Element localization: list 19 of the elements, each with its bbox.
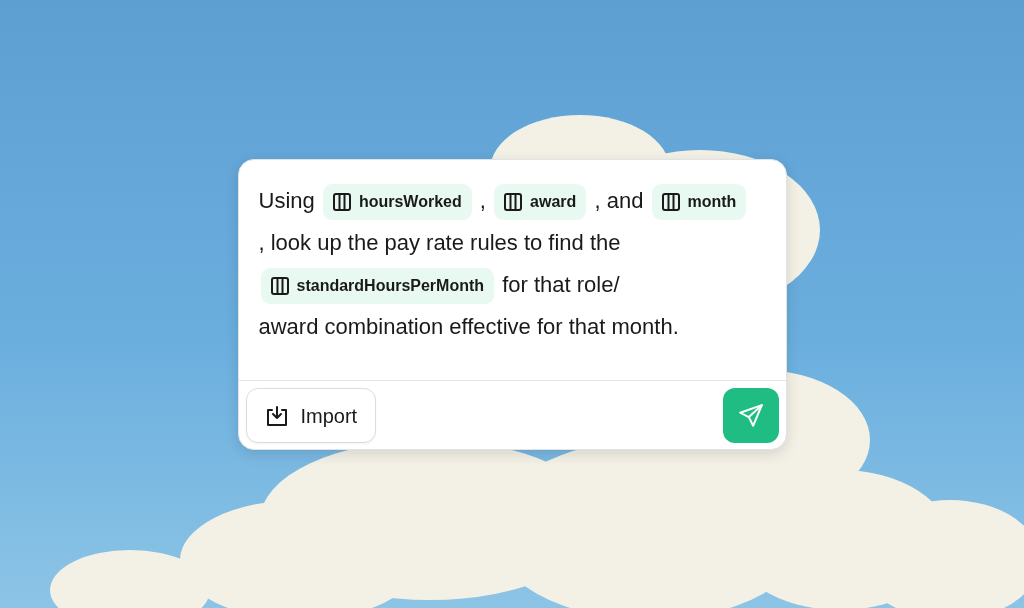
column-name: month xyxy=(687,194,737,211)
prompt-text: , look up the pay rate rules to find xyxy=(258,230,584,255)
columns-icon xyxy=(270,277,289,296)
send-icon xyxy=(737,402,764,429)
prompt-text: award combination effective for that month. xyxy=(258,314,679,339)
columns-icon xyxy=(332,193,351,212)
column-name: standardHoursPerMonth xyxy=(296,278,485,295)
import-button[interactable]: Import xyxy=(245,388,377,443)
prompt-text: for that role/ xyxy=(502,272,620,297)
import-icon xyxy=(264,404,289,427)
prompt-text: Using xyxy=(258,188,315,213)
columns-icon xyxy=(661,193,680,212)
send-button[interactable] xyxy=(722,388,779,443)
column-name: award xyxy=(530,194,577,211)
columns-icon xyxy=(504,193,523,212)
prompt-text: , and xyxy=(594,188,644,213)
prompt-text: , xyxy=(479,188,486,213)
prompt-text: the xyxy=(589,230,621,255)
column-name: hoursWorked xyxy=(358,194,462,211)
